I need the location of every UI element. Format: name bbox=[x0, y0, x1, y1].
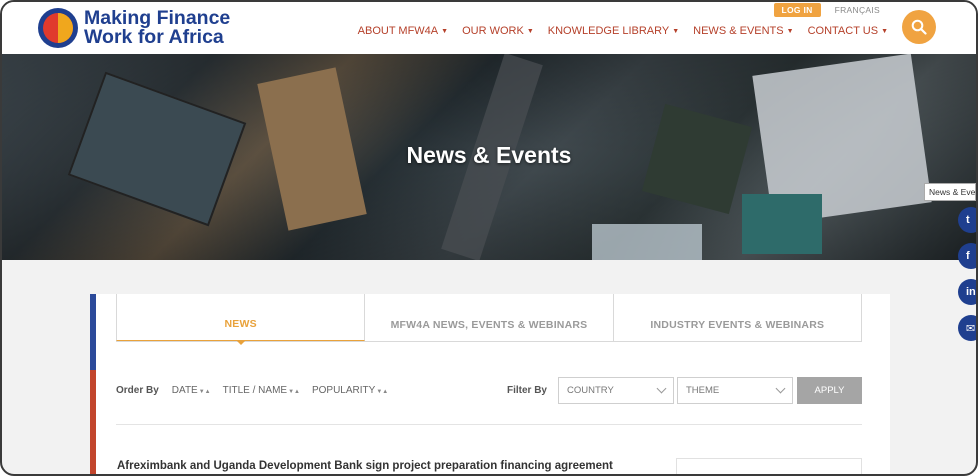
chevron-down-icon bbox=[656, 383, 667, 393]
nav-item-label: KNOWLEDGE LIBRARY bbox=[547, 25, 670, 37]
sort-title-name[interactable]: TITLE / NAME▼▲ bbox=[223, 385, 300, 396]
tab-mfw4a-news-events-webinars[interactable]: MFW4A NEWS, EVENTS & WEBINARS bbox=[365, 294, 614, 341]
apply-button[interactable]: APPLY bbox=[797, 376, 862, 404]
theme-select[interactable]: THEME bbox=[677, 376, 793, 404]
filter-by-label: Filter By bbox=[506, 384, 547, 396]
search-icon bbox=[911, 19, 927, 35]
news-listing-card: NEWS MFW4A NEWS, EVENTS & WEBINARS INDUS… bbox=[90, 294, 890, 474]
sort-label: POPULARITY bbox=[311, 384, 376, 396]
sort-arrows-icon: ▼▲ bbox=[288, 388, 300, 395]
nav-item-about[interactable]: ABOUT MFW4A ▼ bbox=[358, 25, 448, 37]
nav-item-our-work[interactable]: OUR WORK ▼ bbox=[462, 25, 534, 37]
sort-arrows-icon: ▼▲ bbox=[198, 388, 211, 395]
nav-item-news-events[interactable]: NEWS & EVENTS ▼ bbox=[693, 25, 793, 37]
linkedin-icon[interactable]: in bbox=[958, 279, 976, 305]
utility-links: LOG IN FRANÇAIS bbox=[773, 3, 880, 17]
divider bbox=[116, 424, 862, 425]
hero-building-shape bbox=[592, 224, 702, 260]
logo-mark bbox=[38, 8, 78, 48]
sort-date[interactable]: DATE▼▲ bbox=[172, 385, 211, 396]
social-share-bar: t f in ✉ bbox=[958, 207, 976, 341]
site-logo[interactable]: Making Finance Work for Africa bbox=[38, 6, 258, 50]
tab-news[interactable]: NEWS bbox=[116, 294, 366, 345]
country-select-value: COUNTRY bbox=[567, 384, 614, 396]
caret-down-icon: ▼ bbox=[672, 27, 680, 35]
caret-down-icon: ▼ bbox=[526, 27, 534, 35]
nav-item-label: OUR WORK bbox=[462, 25, 524, 37]
order-by-label: Order By bbox=[116, 384, 159, 396]
main-nav: ABOUT MFW4A ▼ OUR WORK ▼ KNOWLEDGE LIBRARY… bbox=[358, 25, 888, 37]
twitter-icon[interactable]: t bbox=[958, 207, 976, 233]
search-button[interactable] bbox=[902, 10, 936, 44]
caret-down-icon: ▼ bbox=[786, 27, 794, 35]
login-button[interactable]: LOG IN bbox=[773, 3, 821, 17]
site-header: Making Finance Work for Africa LOG IN FR… bbox=[2, 2, 976, 54]
hero-building-shape bbox=[742, 194, 822, 254]
facebook-icon[interactable]: f bbox=[958, 243, 976, 269]
browser-frame: Making Finance Work for Africa LOG IN FR… bbox=[0, 0, 978, 476]
nav-item-knowledge-library[interactable]: KNOWLEDGE LIBRARY ▼ bbox=[548, 25, 679, 37]
order-filter-bar: Order By DATE▼▲ TITLE / NAME▼▲ POPULARIT… bbox=[116, 376, 862, 404]
tab-industry-events-webinars[interactable]: INDUSTRY EVENTS & WEBINARS bbox=[614, 294, 862, 341]
country-select[interactable]: COUNTRY bbox=[558, 376, 674, 404]
accent-bar bbox=[90, 294, 96, 474]
caret-down-icon: ▼ bbox=[441, 27, 449, 35]
article-title-link[interactable]: Afreximbank and Uganda Development Bank … bbox=[117, 460, 613, 472]
sort-arrows-icon: ▼▲ bbox=[376, 388, 389, 395]
hero-tooltip: News & Events bbox=[924, 183, 976, 201]
email-icon[interactable]: ✉ bbox=[958, 315, 976, 341]
chevron-down-icon bbox=[775, 383, 786, 393]
logo-line-2: Work for Africa bbox=[84, 26, 224, 48]
news-tabs: NEWS MFW4A NEWS, EVENTS & WEBINARS INDUS… bbox=[116, 294, 862, 345]
article-side-box bbox=[676, 458, 862, 474]
nav-item-contact[interactable]: CONTACT US ▼ bbox=[808, 25, 888, 37]
logo-text: Making Finance Work for Africa bbox=[84, 8, 230, 48]
sort-popularity[interactable]: POPULARITY▼▲ bbox=[312, 385, 388, 396]
hero-banner: News & Events News & Events bbox=[2, 54, 976, 260]
sort-label: DATE bbox=[171, 384, 198, 396]
nav-item-label: ABOUT MFW4A bbox=[357, 25, 439, 37]
sort-label: TITLE / NAME bbox=[222, 384, 288, 396]
nav-item-label: NEWS & EVENTS bbox=[693, 25, 784, 37]
language-switch-link[interactable]: FRANÇAIS bbox=[835, 5, 880, 15]
page-title: News & Events bbox=[406, 142, 572, 168]
theme-select-value: THEME bbox=[686, 384, 720, 396]
caret-down-icon: ▼ bbox=[881, 27, 888, 35]
nav-item-label: CONTACT US bbox=[807, 25, 879, 37]
